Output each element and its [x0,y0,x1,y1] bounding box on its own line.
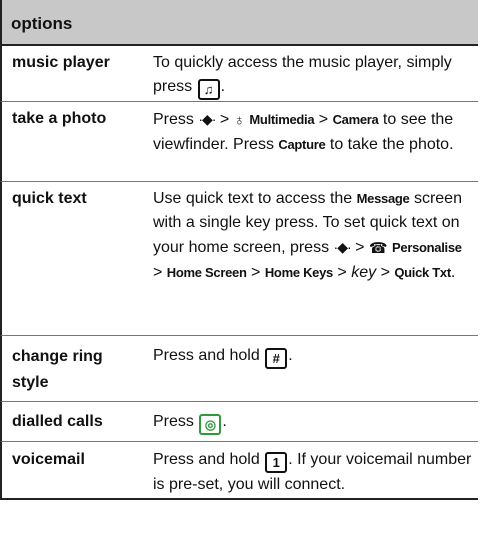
row-description: To quickly access the music player, simp… [153,51,475,100]
table-row: dialled calls Press ◎. [0,402,478,442]
table-header: options [0,0,478,44]
row-description: Press and hold 1. If your voicemail numb… [153,451,472,493]
header-title: options [11,14,73,33]
multimedia-icon: ♁ [233,112,245,129]
row-term: change ring style [12,348,103,391]
hash-key-icon: # [265,348,288,369]
table-row: voicemail Press and hold 1. If your voic… [0,442,478,500]
row-term: music player [12,54,110,71]
row-term: voicemail [12,451,85,468]
row-term: take a photo [12,110,107,127]
one-key-icon: 1 [265,452,288,473]
personalise-icon: ☎ [368,240,388,257]
table-row: change ring style Press and hold #. [0,336,478,402]
table-row: take a photo Press ·◆· > ♁ Multimedia > … [0,102,478,182]
music-key-icon: ♫ [197,79,220,100]
row-description: Press ·◆· > ♁ Multimedia > Camera to see… [153,107,475,157]
row-description: Press ◎. [153,410,475,435]
row-term: quick text [12,190,87,207]
row-description: Use quick text to access the Message scr… [153,190,462,281]
nav-key-icon: ·◆· [198,111,216,127]
send-key-icon: ◎ [199,414,222,435]
row-description: Press and hold #. [153,344,475,369]
table-row: music player To quickly access the music… [0,46,478,102]
row-term: dialled calls [12,413,103,430]
table-row: quick text Use quick text to access the … [0,182,478,336]
nav-key-icon: ·◆· [333,239,352,255]
